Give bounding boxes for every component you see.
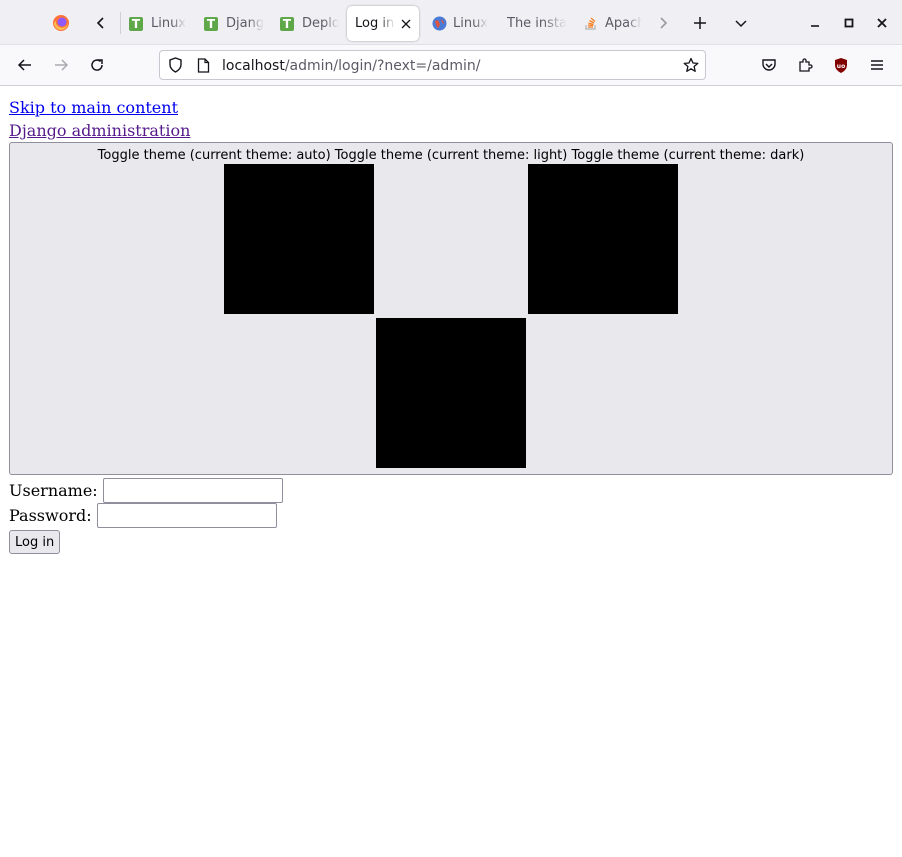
tab-deploy[interactable]: T Deplo: [275, 6, 339, 41]
tab-label: Linux: [453, 16, 489, 31]
svg-text:uo: uo: [837, 63, 845, 70]
tab-scroll-left-icon[interactable]: [90, 12, 112, 34]
app-menu-hamburger-icon[interactable]: [866, 54, 888, 76]
tab-label: Apach: [605, 16, 642, 31]
ublock-origin-icon[interactable]: uo: [830, 54, 852, 76]
skip-to-main-content-link[interactable]: Skip to main content: [9, 96, 178, 119]
globe-favicon-icon: [432, 16, 447, 31]
tab-label: Log in: [355, 16, 395, 31]
log-in-button[interactable]: Log in: [9, 530, 61, 554]
firefox-icon[interactable]: [50, 12, 72, 34]
tab-linux-2[interactable]: Linux: [427, 6, 493, 41]
tab-label: Deplo: [302, 16, 339, 31]
username-input[interactable]: [102, 478, 283, 503]
tab-linux-1[interactable]: T Linux: [124, 6, 188, 41]
tracking-protection-shield-icon[interactable]: [166, 56, 184, 74]
firefox-logo-icon: [53, 15, 69, 31]
theme-toggle-label: Toggle theme (current theme: auto) Toggl…: [97, 148, 805, 163]
close-tab-icon[interactable]: [400, 18, 412, 30]
theme-light-icon: [528, 164, 678, 314]
extensions-puzzle-icon[interactable]: [794, 54, 816, 76]
django-administration-link[interactable]: Django administration: [9, 119, 190, 142]
username-row: Username:: [9, 478, 893, 503]
theme-auto-icon: [224, 164, 374, 314]
page-content: Skip to main content Django administrati…: [9, 96, 893, 554]
new-tab-plus-icon[interactable]: [689, 12, 711, 34]
address-bar[interactable]: localhost/admin/login/?next=/admin/: [159, 50, 706, 80]
tab-label: The insta: [507, 16, 567, 31]
url-text[interactable]: localhost/admin/login/?next=/admin/: [222, 58, 480, 74]
password-row: Password:: [9, 503, 893, 528]
tab-separator: [120, 12, 121, 34]
reload-icon[interactable]: [85, 54, 109, 76]
username-label: Username:: [9, 480, 98, 500]
window-maximize-icon[interactable]: [838, 12, 860, 34]
tab-login-active[interactable]: Log in: [347, 6, 419, 41]
tab-apache[interactable]: Apach: [580, 6, 642, 41]
list-all-tabs-chevron-down-icon[interactable]: [730, 12, 752, 34]
password-input[interactable]: [96, 503, 277, 528]
url-host: localhost: [222, 58, 285, 74]
t-favicon-icon: T: [280, 16, 294, 31]
tab-bar: T Linux T Djang T Deplo Log in Linux The…: [0, 0, 902, 45]
tab-label: Djang: [226, 16, 264, 31]
password-label: Password:: [9, 505, 92, 525]
url-path: /admin/login/?next=/admin/: [284, 58, 481, 74]
tab-the-instance[interactable]: The insta: [503, 6, 571, 41]
forward-arrow-icon[interactable]: [49, 54, 73, 76]
page-info-icon[interactable]: [194, 56, 212, 74]
theme-dark-icon: [376, 318, 526, 468]
tab-scroll-right-icon[interactable]: [652, 12, 674, 34]
t-favicon-icon: T: [129, 16, 143, 31]
pocket-icon[interactable]: [758, 54, 780, 76]
stackoverflow-favicon-icon: [585, 17, 596, 30]
bookmark-star-icon[interactable]: [681, 56, 701, 74]
back-arrow-icon[interactable]: [13, 54, 37, 76]
window-close-icon[interactable]: [871, 12, 893, 34]
window-minimize-icon[interactable]: [804, 12, 826, 34]
tab-django[interactable]: T Djang: [200, 6, 264, 41]
t-favicon-icon: T: [204, 16, 218, 31]
tab-label: Linux: [151, 16, 187, 31]
theme-toggle-button[interactable]: Toggle theme (current theme: auto) Toggl…: [9, 142, 893, 475]
